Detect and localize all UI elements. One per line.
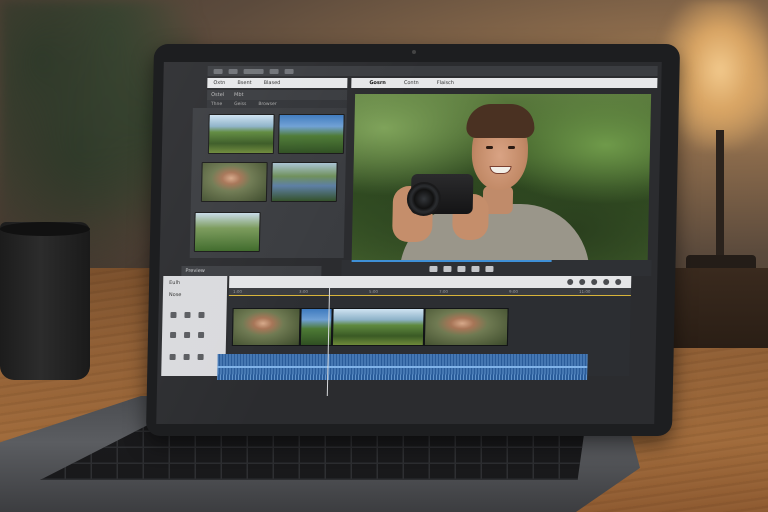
forward-icon[interactable] [457, 266, 466, 272]
media-thumbnail[interactable] [200, 162, 268, 202]
video-clip[interactable] [231, 308, 301, 346]
mug-rim [0, 222, 90, 236]
media-tab[interactable]: Bsent [237, 80, 251, 86]
video-clip[interactable] [331, 308, 425, 346]
media-tab[interactable]: Oxtn [213, 80, 225, 86]
loop-icon[interactable] [471, 266, 480, 272]
timeline-header: Preview [181, 266, 322, 276]
ruler-tick: 7:00 [438, 289, 449, 294]
track-label: Nose [168, 292, 182, 298]
preview-controls-bar [341, 260, 652, 276]
person-hair [466, 104, 535, 138]
tool-icon[interactable] [197, 354, 204, 360]
tool-icon[interactable] [184, 312, 191, 318]
ruler-tick: 11:00 [578, 289, 591, 294]
tool-icon[interactable] [184, 332, 191, 338]
menu-button[interactable] [228, 68, 238, 74]
link-icon[interactable] [591, 279, 598, 285]
media-filter[interactable]: Geiss [234, 102, 246, 107]
webcam-icon [412, 50, 416, 54]
menu-button[interactable] [243, 68, 264, 74]
coffee-mug [0, 222, 90, 380]
marker-icon[interactable] [603, 279, 610, 285]
video-preview[interactable] [351, 94, 652, 264]
menu-button[interactable] [284, 68, 294, 74]
media-subtab[interactable]: Mbt [234, 92, 244, 98]
timeline-toolbar [229, 276, 632, 288]
person-eye [507, 146, 516, 149]
viewer-tab[interactable]: Contn [404, 80, 419, 86]
fullscreen-icon[interactable] [485, 266, 494, 272]
media-filter[interactable]: Browser [258, 102, 276, 107]
play-icon[interactable] [443, 266, 452, 272]
ruler-tick: 1:00 [232, 289, 243, 294]
tool-icon[interactable] [198, 312, 205, 318]
audio-track[interactable] [217, 354, 588, 380]
tool-icon[interactable] [169, 354, 176, 360]
tool-icon[interactable] [170, 312, 177, 318]
menu-button[interactable] [269, 68, 279, 74]
tool-icon[interactable] [198, 332, 205, 338]
media-tab[interactable]: Blased [264, 80, 281, 86]
menu-button[interactable] [213, 68, 223, 74]
media-subtab[interactable]: Ostel [211, 92, 224, 98]
media-browser-tabs: Oxtn Bsent Blased [207, 78, 348, 88]
ruler-tick: 5:00 [368, 289, 379, 294]
media-browser-panel [189, 108, 347, 258]
viewer-tabs: Gosrn Contn Flaisch [351, 78, 658, 88]
media-thumbnail[interactable] [270, 162, 338, 202]
media-filter[interactable]: Thne [211, 102, 222, 107]
playback-controls [429, 266, 494, 272]
track-label: Eulh [169, 280, 181, 286]
audio-centerline [217, 366, 588, 368]
media-thumbnail[interactable] [207, 114, 275, 154]
timeline-header-label[interactable]: Preview [185, 268, 205, 274]
viewer-tab[interactable]: Gosrn [369, 80, 386, 86]
snap-icon[interactable] [567, 279, 574, 285]
tool-icon[interactable] [183, 354, 190, 360]
media-filter-row: Thne Geiss Browser [206, 100, 347, 108]
timeline-ruler[interactable]: 1:00 3:00 5:00 7:00 9:00 11:00 [228, 288, 632, 296]
laptop-screen: Oxtn Bsent Blased Ostel Mbt Thne Geiss B… [156, 62, 662, 424]
video-clip[interactable] [423, 308, 509, 346]
rewind-icon[interactable] [429, 266, 438, 272]
media-thumbnail[interactable] [193, 212, 261, 252]
zoom-icon[interactable] [615, 279, 622, 285]
editor-menubar [207, 66, 658, 76]
viewer-tab[interactable]: Flaisch [437, 80, 454, 86]
lamp-stem [716, 130, 724, 260]
preview-scrubber[interactable] [351, 260, 552, 262]
media-thumbnail[interactable] [277, 114, 345, 154]
person-eye [485, 146, 494, 149]
ruler-tick: 9:00 [508, 289, 519, 294]
tool-icon[interactable] [170, 332, 177, 338]
razor-icon[interactable] [579, 279, 586, 285]
media-subtabs: Ostel Mbt [206, 90, 348, 100]
ruler-tick: 3:00 [298, 289, 309, 294]
